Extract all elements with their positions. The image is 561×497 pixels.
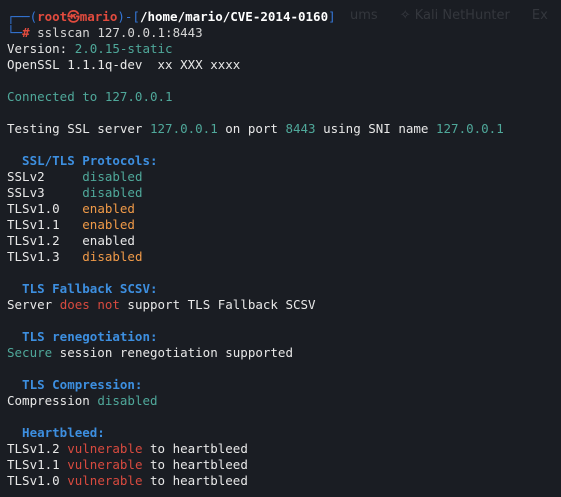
protocol-name: SSLv2 xyxy=(7,169,83,184)
command-text: sslscan 127.0.0.1:8443 xyxy=(29,25,203,40)
command-line: └─# sslscan 127.0.0.1:8443 xyxy=(7,25,203,41)
fallback-line: Server does not support TLS Fallback SCS… xyxy=(7,297,316,312)
renegotiation-line: Secure session renegotiation supported xyxy=(7,345,293,360)
heartbleed-suffix: to heartbleed xyxy=(142,457,248,472)
protocol-row: SSLv2 disabled xyxy=(7,169,142,185)
heartbleed-status: vulnerable xyxy=(67,441,143,456)
protocol-row: TLSv1.2 enabled xyxy=(7,233,135,249)
protocol-row: TLSv1.3 disabled xyxy=(7,249,142,265)
testing-sni: 127.0.0.1 xyxy=(436,121,504,136)
prompt-open: ┌──( xyxy=(7,9,38,24)
testing-host: 127.0.0.1 xyxy=(150,121,218,136)
heartbleed-status: vulnerable xyxy=(67,473,143,488)
prompt-user: root xyxy=(37,9,68,24)
terminal-window[interactable]: ums ✧ Kali NetHunter Ex ┌──(root㉿mario)-… xyxy=(0,0,561,497)
protocol-row: SSLv3 disabled xyxy=(7,185,142,201)
testing-port: 8443 xyxy=(285,121,316,136)
bookmark-item: ums xyxy=(350,7,378,23)
prompt-path: /home/mario/CVE-2014-0160 xyxy=(139,9,329,24)
protocol-name: SSLv3 xyxy=(7,185,83,200)
bookmark-item: Ex xyxy=(531,7,548,23)
protocol-status: disabled xyxy=(82,185,143,200)
protocol-row: TLSv1.1 enabled xyxy=(7,217,135,233)
protocol-row: TLSv1.0 enabled xyxy=(7,201,135,217)
protocol-name: TLSv1.3 xyxy=(7,249,83,264)
heartbleed-version: TLSv1.2 xyxy=(7,441,68,456)
protocol-status: enabled xyxy=(82,201,135,216)
prompt-at: ㉿ xyxy=(67,9,80,24)
protocol-name: TLSv1.2 xyxy=(7,233,83,248)
prompt-line: ┌──(root㉿mario)-[/home/mario/CVE-2014-01… xyxy=(7,9,336,25)
protocols-heading: SSL/TLS Protocols: xyxy=(7,153,158,168)
compression-heading: TLS Compression: xyxy=(7,377,143,392)
prompt-host: mario xyxy=(79,9,118,24)
testing-line: Testing SSL server 127.0.0.1 on port 844… xyxy=(7,121,504,136)
renegotiation-heading: TLS renegotiation: xyxy=(7,329,158,344)
compression-value: disabled xyxy=(97,393,158,408)
heartbleed-version: TLSv1.1 xyxy=(7,457,68,472)
openssl-line: OpenSSL 1.1.1q-dev xx XXX xxxx xyxy=(7,57,241,72)
prompt-sep: )-[ xyxy=(117,9,140,24)
protocol-status: enabled xyxy=(82,217,135,232)
prompt-close: ] xyxy=(328,9,336,24)
fallback-heading: TLS Fallback SCSV: xyxy=(7,281,158,296)
fallback-negation: does not xyxy=(59,297,120,312)
heartbleed-row: TLSv1.2 vulnerable to heartbleed xyxy=(7,441,248,457)
version-value: 2.0.15-static xyxy=(74,41,173,56)
protocol-status: disabled xyxy=(82,169,143,184)
renegotiation-secure: Secure xyxy=(7,345,53,360)
heartbleed-version: TLSv1.0 xyxy=(7,473,68,488)
bookmark-kali-nethunter: ✧ Kali NetHunter xyxy=(399,7,510,23)
protocol-name: TLSv1.0 xyxy=(7,201,83,216)
protocol-name: TLSv1.1 xyxy=(7,217,83,232)
heartbleed-row: TLSv1.0 vulnerable to heartbleed xyxy=(7,473,248,489)
version-line: Version: 2.0.15-static xyxy=(7,41,173,56)
dragon-icon: ✧ xyxy=(399,7,411,23)
prompt-corner: └─ xyxy=(7,25,23,40)
heartbleed-heading: Heartbleed: xyxy=(7,425,105,440)
prompt-hash: # xyxy=(22,25,30,40)
connected-line: Connected to 127.0.0.1 xyxy=(7,89,173,104)
heartbleed-suffix: to heartbleed xyxy=(142,441,248,456)
protocol-status: enabled xyxy=(82,233,135,248)
compression-line: Compression disabled xyxy=(7,393,158,408)
heartbleed-status: vulnerable xyxy=(67,457,143,472)
heartbleed-row: TLSv1.1 vulnerable to heartbleed xyxy=(7,457,248,473)
protocol-status: disabled xyxy=(82,249,143,264)
heartbleed-suffix: to heartbleed xyxy=(142,473,248,488)
